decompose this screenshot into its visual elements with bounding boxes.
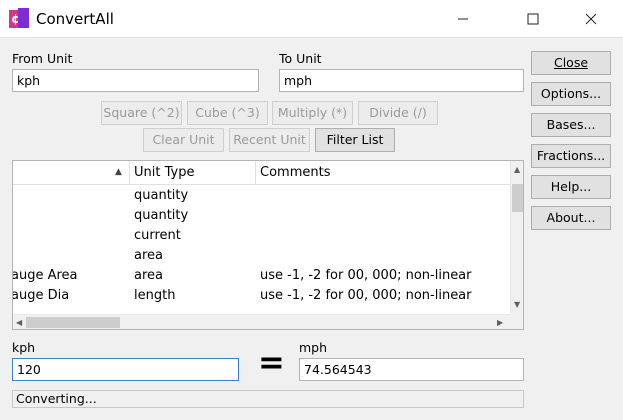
to-unit-input[interactable]: mph — [279, 69, 524, 92]
list-row[interactable]: quantity — [13, 186, 510, 206]
recent-unit-button[interactable]: Recent Unit — [229, 128, 310, 152]
column-header-unit-type[interactable]: Unit Type — [130, 161, 256, 185]
from-unit-label: From Unit — [12, 51, 73, 66]
to-value-input[interactable]: 74.564543 — [299, 358, 524, 381]
scroll-right-icon[interactable]: ▶ — [497, 318, 503, 327]
unit-list[interactable]: ▲ Unit Type Comments quantity quantity c… — [12, 160, 524, 330]
unit-type-cell: area — [134, 248, 163, 263]
sort-ascending-icon: ▲ — [115, 167, 122, 177]
svg-text:¢: ¢ — [11, 12, 19, 26]
help-button[interactable]: Help... — [531, 175, 611, 199]
close-button-label: Close — [553, 55, 589, 70]
scroll-corner — [510, 314, 523, 329]
horizontal-scroll-thumb[interactable] — [26, 317, 120, 328]
unit-type-cell: area — [134, 268, 163, 283]
status-bar: Converting... — [12, 390, 524, 408]
to-value-label: mph — [299, 340, 328, 355]
unit-comment-cell: use -1, -2 for 00, 000; non-linear — [260, 288, 472, 303]
from-unit-input[interactable]: kph — [12, 69, 259, 92]
multiply-button[interactable]: Multiply (*) — [272, 101, 353, 125]
to-unit-label: To Unit — [279, 51, 322, 66]
window-title: ConvertAll — [36, 10, 114, 28]
list-row[interactable]: auge Area area use -1, -2 for 00, 000; n… — [13, 266, 510, 286]
from-value-label: kph — [12, 340, 36, 355]
scroll-left-icon[interactable]: ◀ — [16, 318, 22, 327]
maximize-icon[interactable] — [510, 0, 556, 38]
list-header: ▲ Unit Type Comments — [13, 161, 510, 185]
cube-button[interactable]: Cube (^3) — [187, 101, 268, 125]
about-button[interactable]: About... — [531, 206, 611, 230]
list-row[interactable]: quantity — [13, 206, 510, 226]
list-row[interactable]: area — [13, 246, 510, 266]
divide-button[interactable]: Divide (/) — [358, 101, 438, 125]
close-icon[interactable] — [568, 0, 614, 38]
minimize-icon[interactable] — [440, 0, 486, 38]
close-button[interactable]: Close — [531, 51, 611, 75]
unit-name-cell: auge Dia — [13, 288, 70, 303]
convertall-app-icon: ¢ — [9, 8, 29, 28]
unit-type-cell: length — [134, 288, 176, 303]
unit-type-cell: current — [134, 228, 181, 243]
unit-type-cell: quantity — [134, 208, 189, 223]
title-bar: ¢ ConvertAll — [0, 0, 623, 38]
column-header-name[interactable] — [13, 161, 130, 185]
column-header-comments[interactable]: Comments — [256, 161, 510, 185]
scroll-down-icon[interactable]: ▼ — [514, 300, 520, 309]
filter-list-button[interactable]: Filter List — [315, 128, 395, 152]
clear-unit-button[interactable]: Clear Unit — [143, 128, 224, 152]
scroll-up-icon[interactable]: ▲ — [514, 165, 520, 174]
unit-comment-cell: use -1, -2 for 00, 000; non-linear — [260, 268, 472, 283]
list-rows: quantity quantity current area auge Area… — [13, 186, 510, 314]
bases-button[interactable]: Bases... — [531, 113, 611, 137]
unit-type-cell: quantity — [134, 188, 189, 203]
square-button[interactable]: Square (^2) — [101, 101, 182, 125]
options-button[interactable]: Options... — [531, 82, 611, 106]
list-row[interactable]: auge Dia length use -1, -2 for 00, 000; … — [13, 286, 510, 306]
unit-name-cell: auge Area — [13, 268, 78, 283]
fractions-button[interactable]: Fractions... — [531, 144, 611, 168]
equals-sign: = — [258, 343, 285, 381]
horizontal-scrollbar[interactable]: ◀ ▶ — [13, 314, 510, 329]
vertical-scrollbar[interactable]: ▲ ▼ — [510, 161, 523, 314]
list-row[interactable]: current — [13, 226, 510, 246]
vertical-scroll-thumb[interactable] — [512, 184, 523, 212]
from-value-input[interactable]: 120 — [12, 358, 239, 381]
